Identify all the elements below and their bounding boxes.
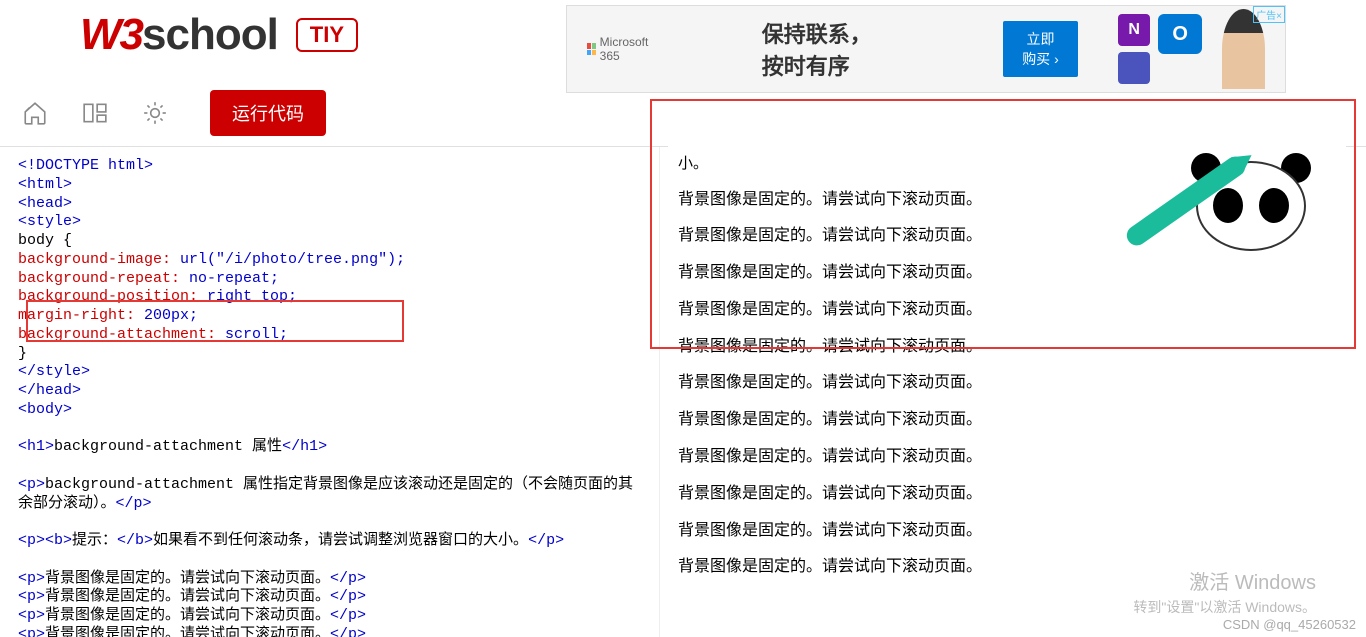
csdn-credit: CSDN @qq_45260532 [1223,617,1356,632]
logo-school: school [142,10,278,60]
onenote-icon: N [1118,14,1150,46]
preview-line: 背景图像是固定的。请尝试向下滚动页面。 [678,476,1336,513]
split-container: <!DOCTYPE html><html><head><style>body {… [0,147,1366,637]
windows-activate-text: 转到"设置"以激活 Windows。 [1133,597,1316,617]
ad-brand: Microsoft 365 [587,35,652,63]
preview-line: 背景图像是固定的。请尝试向下滚动页面。 [678,439,1336,476]
home-icon[interactable] [20,98,50,128]
preview-line: 背景图像是固定的。请尝试向下滚动页面。 [678,329,1336,366]
code-editor[interactable]: <!DOCTYPE html><html><head><style>body {… [0,147,660,637]
theme-icon[interactable] [140,98,170,128]
windows-activate-title: 激活 Windows [1189,566,1316,595]
ad-app-icons: N O [1118,14,1202,84]
preview-iframe[interactable]: 小。背景图像是固定的。请尝试向下滚动页面。背景图像是固定的。请尝试向下滚动页面。… [668,141,1346,637]
run-code-button[interactable]: 运行代码 [210,90,326,136]
tiy-badge: TIY [296,18,358,52]
logo: W3 school [80,10,278,60]
layout-icon[interactable] [80,98,110,128]
page-header: W3 school TIY 广告× Microsoft 365 保持联系，按时有… [0,0,1366,80]
preview-line: 背景图像是固定的。请尝试向下滚动页面。 [678,402,1336,439]
ad-banner[interactable]: 广告× Microsoft 365 保持联系，按时有序 立即购买 › N O [566,5,1286,93]
logo-w3: W3 [80,10,142,60]
panda-image [1146,141,1316,271]
preview-line: 背景图像是固定的。请尝试向下滚动页面。 [678,365,1336,402]
outlook-icon: O [1158,14,1202,54]
preview-line: 背景图像是固定的。请尝试向下滚动页面。 [678,292,1336,329]
teams-icon [1118,52,1150,84]
ad-close-label[interactable]: 广告× [1253,6,1285,23]
preview-panel: 小。背景图像是固定的。请尝试向下滚动页面。背景图像是固定的。请尝试向下滚动页面。… [660,147,1366,637]
microsoft-icon [587,43,596,55]
ad-headline: 保持联系，按时有序 [762,17,883,81]
preview-line: 背景图像是固定的。请尝试向下滚动页面。 [678,513,1336,550]
ad-cta-button[interactable]: 立即购买 › [1003,21,1078,77]
